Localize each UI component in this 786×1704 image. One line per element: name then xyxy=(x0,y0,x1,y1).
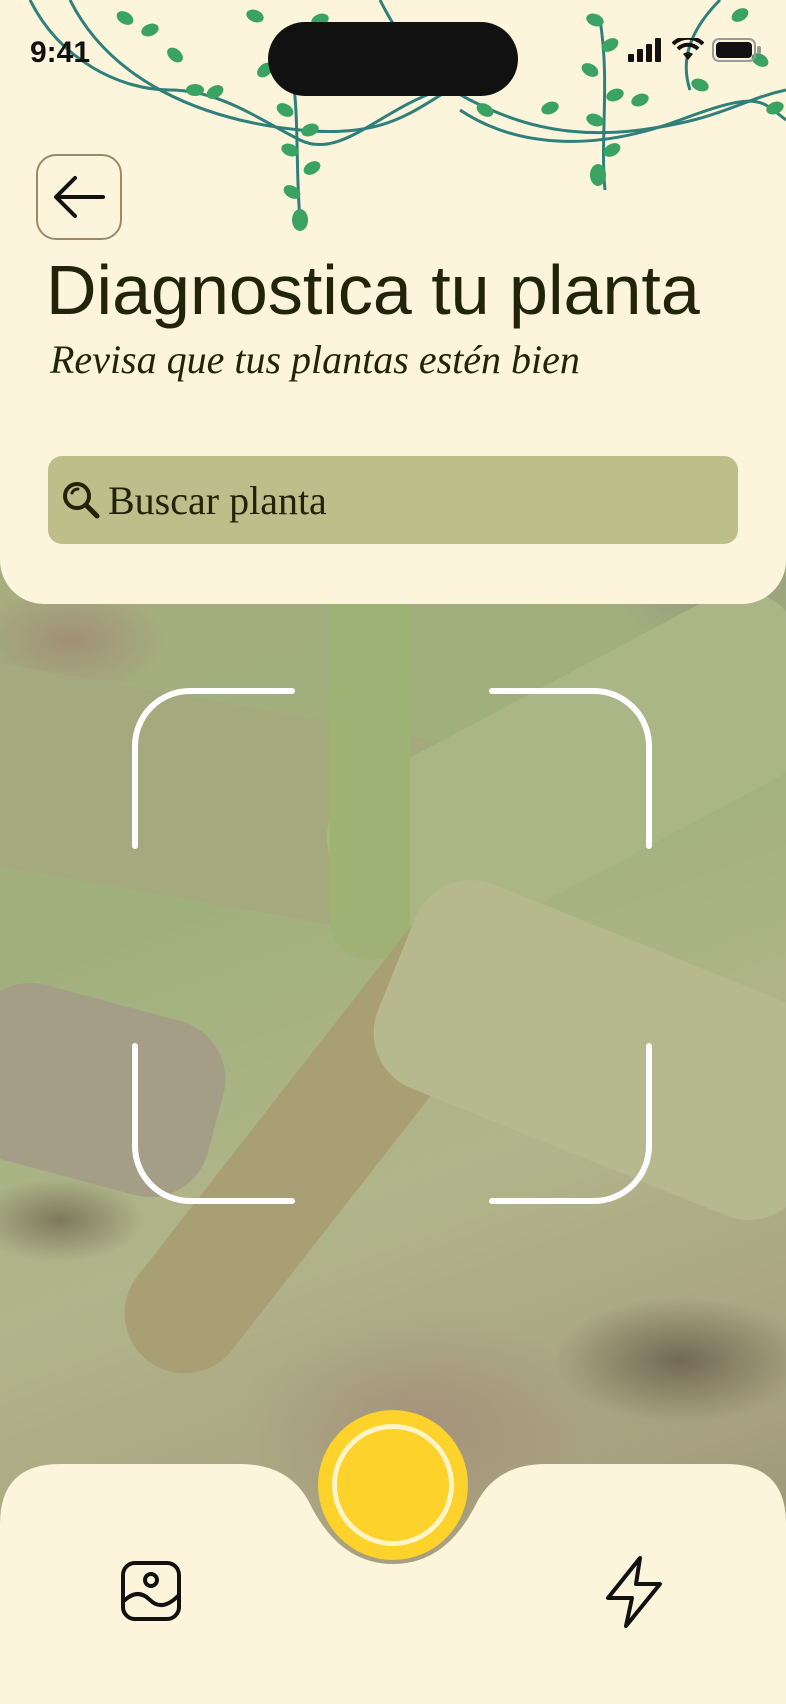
shutter-button[interactable] xyxy=(318,1410,468,1560)
page-title: Diagnostica tu planta xyxy=(46,251,700,329)
arrow-left-icon xyxy=(54,176,105,218)
flash-button[interactable] xyxy=(604,1556,664,1628)
shutter-ring xyxy=(332,1424,454,1546)
search-bar[interactable] xyxy=(48,456,738,544)
wifi-icon xyxy=(672,38,704,60)
gallery-button[interactable] xyxy=(120,1560,184,1624)
page-subtitle: Revisa que tus plantas estén bien xyxy=(50,337,580,382)
status-icons xyxy=(628,38,762,62)
battery-icon xyxy=(712,38,761,62)
back-button[interactable] xyxy=(36,154,122,240)
dynamic-island xyxy=(268,22,518,96)
signal-icon xyxy=(628,38,661,62)
status-time: 9:41 xyxy=(30,36,91,69)
magnifier-icon xyxy=(63,482,100,519)
image-icon xyxy=(121,1561,181,1621)
scan-frame xyxy=(132,688,652,1204)
lightning-icon xyxy=(606,1556,662,1628)
search-input[interactable] xyxy=(100,475,710,525)
